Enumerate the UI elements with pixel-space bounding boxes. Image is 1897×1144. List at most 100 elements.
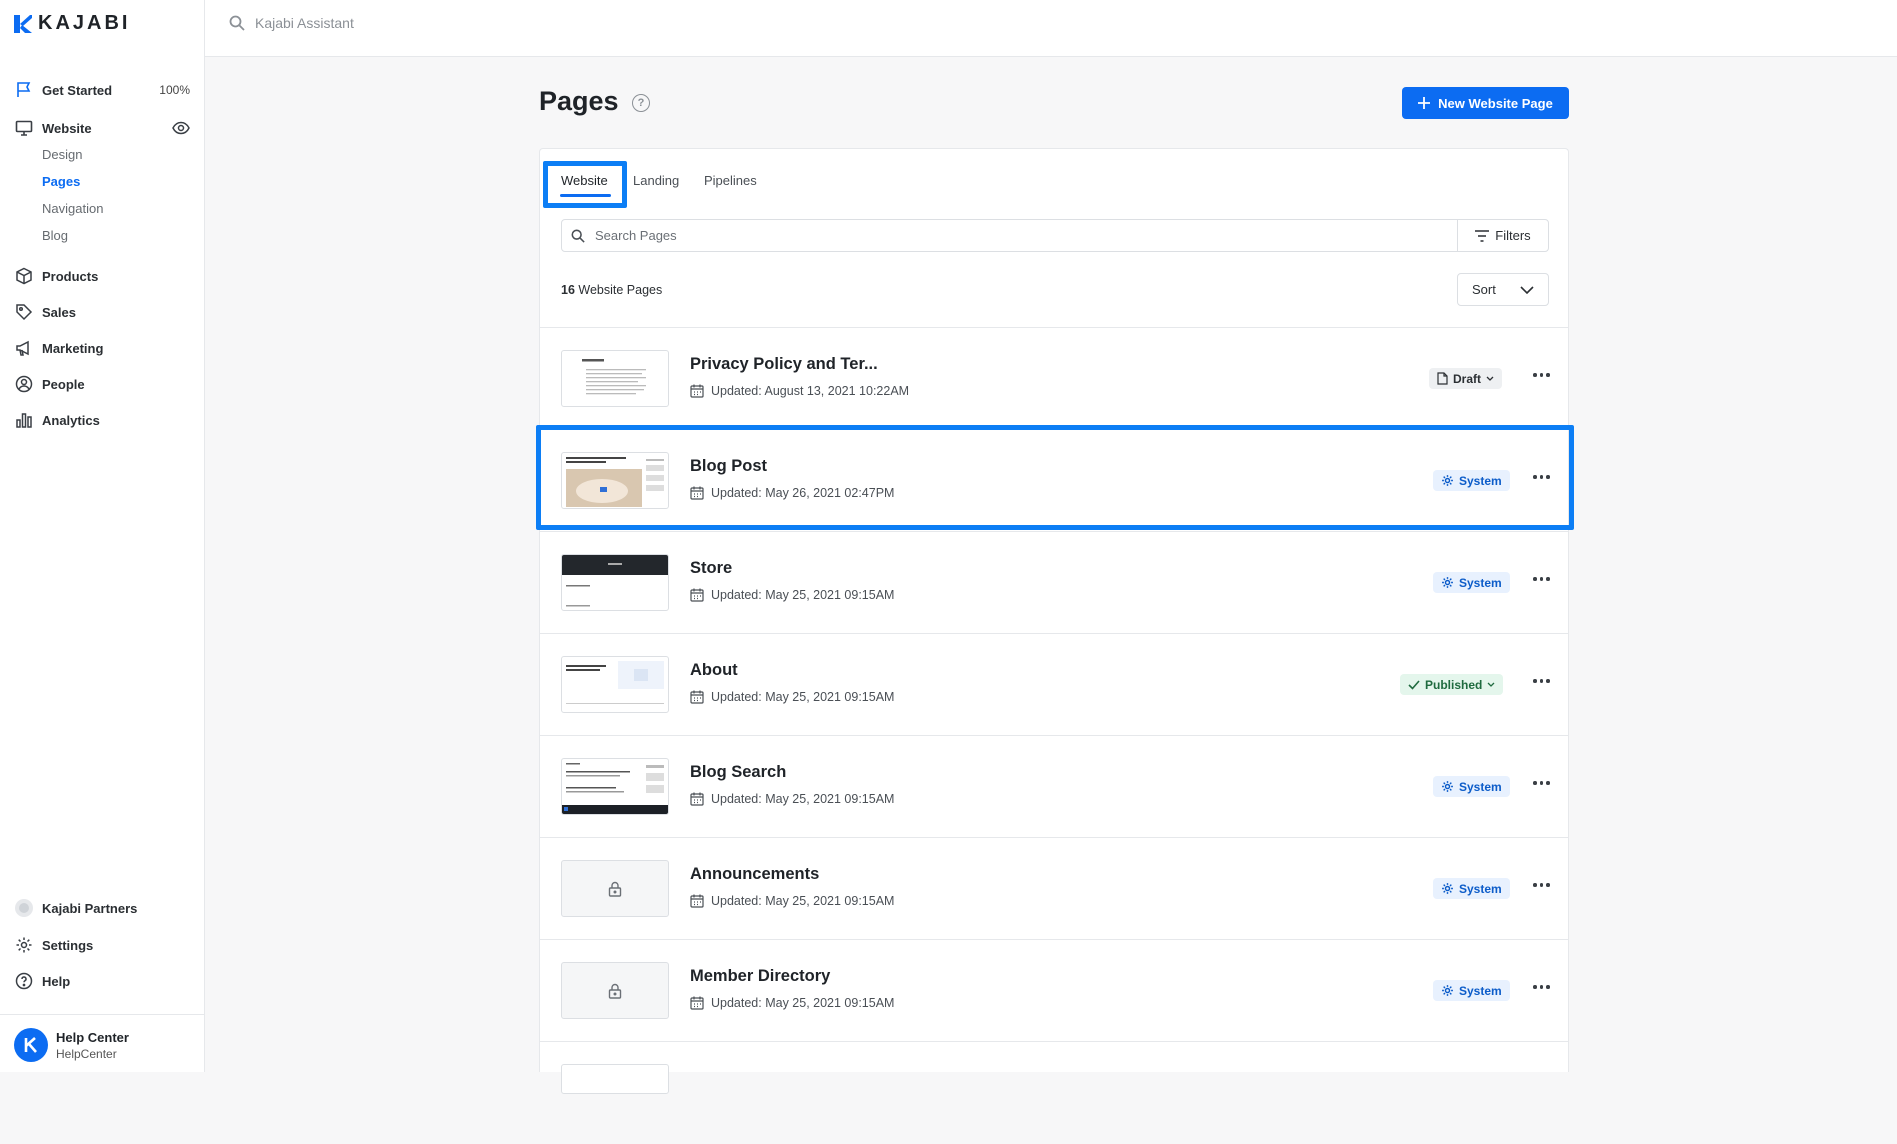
tab-landing[interactable]: Landing <box>633 173 679 188</box>
status-label: Published <box>1425 677 1483 692</box>
page-updated-text: Updated: May 25, 2021 09:15AM <box>711 588 895 602</box>
help-center-title: Help Center <box>56 1029 129 1045</box>
sidebar-subitem-blog[interactable]: Blog <box>42 228 68 243</box>
status-badge-draft[interactable]: Draft <box>1429 368 1503 389</box>
lock-icon <box>608 983 622 999</box>
sidebar-item-settings[interactable]: Settings <box>14 932 190 958</box>
calendar-icon <box>690 690 704 704</box>
sidebar-subitem-design[interactable]: Design <box>42 147 82 162</box>
gear-icon <box>1442 985 1453 996</box>
page-title-text[interactable]: Store <box>690 559 732 578</box>
box-icon <box>14 266 34 286</box>
calendar-icon <box>690 996 704 1010</box>
more-options-icon[interactable] <box>1533 883 1550 887</box>
page-updated: Updated: May 25, 2021 09:15AM <box>690 588 894 602</box>
topbar: Kajabi Assistant <box>205 0 1897 57</box>
page-title-text[interactable]: Privacy Policy and Ter... <box>690 355 878 374</box>
page-title-text[interactable]: Announcements <box>690 865 819 884</box>
more-options-icon[interactable] <box>1533 373 1550 377</box>
filters-label: Filters <box>1495 228 1531 243</box>
tab-highlight-box <box>543 161 627 208</box>
search-pages-bar: Filters <box>561 219 1549 252</box>
eye-icon[interactable] <box>172 121 190 135</box>
page-updated: Updated: May 25, 2021 09:15AM <box>690 894 894 908</box>
sidebar-item-kajabi-partners[interactable]: Kajabi Partners <box>14 895 190 921</box>
sidebar-item-label: Products <box>42 268 99 284</box>
sidebar-item-get-started[interactable]: Get Started 100% <box>14 77 190 103</box>
page-thumbnail <box>561 554 669 611</box>
pages-card: Website Landing Pipelines Filters 16 Web… <box>539 148 1569 1094</box>
page-row[interactable]: Blog Search Updated: May 25, 2021 09:15A… <box>540 736 1568 838</box>
sidebar-item-products[interactable]: Products <box>14 263 190 289</box>
search-pages-field[interactable] <box>562 220 1457 251</box>
page-title-text[interactable]: About <box>690 661 738 680</box>
sidebar: KAJABI Get Started 100% Website Design P… <box>0 0 205 1072</box>
gear-icon <box>1442 883 1453 894</box>
gear-icon <box>1442 577 1453 588</box>
help-circle-icon[interactable]: ? <box>632 94 650 112</box>
assistant-placeholder: Kajabi Assistant <box>255 15 354 31</box>
filters-button[interactable]: Filters <box>1457 220 1548 251</box>
sidebar-item-label: People <box>42 376 85 392</box>
kajabi-logo[interactable]: KAJABI <box>14 12 130 35</box>
page-updated-text: Updated: May 25, 2021 09:15AM <box>711 894 895 908</box>
page-count-number: 16 <box>561 283 575 297</box>
kajabi-assistant-search[interactable]: Kajabi Assistant <box>229 15 354 31</box>
status-label: System <box>1459 779 1502 794</box>
monitor-icon <box>14 118 34 138</box>
page-updated: Updated: May 25, 2021 09:15AM <box>690 690 894 704</box>
sidebar-item-label: Help <box>42 973 71 989</box>
sidebar-subitem-pages[interactable]: Pages <box>42 174 80 189</box>
page-updated: Updated: August 13, 2021 10:22AM <box>690 384 909 398</box>
calendar-icon <box>690 588 704 602</box>
page-row[interactable]: Member Directory Updated: May 25, 2021 0… <box>540 940 1568 1042</box>
row-highlight-box <box>536 425 1574 530</box>
more-options-icon[interactable] <box>1533 679 1550 683</box>
megaphone-icon <box>14 338 34 358</box>
page-updated-text: Updated: May 25, 2021 09:15AM <box>711 792 895 806</box>
more-options-icon[interactable] <box>1533 985 1550 989</box>
page-thumbnail-locked <box>561 860 669 917</box>
status-badge-system: System <box>1433 776 1510 797</box>
help-icon <box>14 971 34 991</box>
status-badge-system: System <box>1433 980 1510 1001</box>
page-row[interactable]: About Updated: May 25, 2021 09:15AM Publ… <box>540 634 1568 736</box>
page-row[interactable]: Announcements Updated: May 25, 2021 09:1… <box>540 838 1568 940</box>
new-website-page-button[interactable]: New Website Page <box>1402 87 1569 119</box>
page-row[interactable]: Privacy Policy and Ter... Updated: Augus… <box>540 328 1568 430</box>
page-row[interactable]: Store Updated: May 25, 2021 09:15AM Syst… <box>540 532 1568 634</box>
page-row-partial[interactable] <box>540 1042 1568 1144</box>
more-options-icon[interactable] <box>1533 577 1550 581</box>
gear-icon <box>1442 781 1453 792</box>
sidebar-divider <box>0 1014 204 1015</box>
calendar-icon <box>690 894 704 908</box>
sidebar-item-marketing[interactable]: Marketing <box>14 335 190 361</box>
page-count: 16 Website Pages <box>561 283 662 297</box>
help-center-account[interactable]: Help Center HelpCenter <box>14 1028 129 1062</box>
status-badge-published[interactable]: Published <box>1400 674 1504 695</box>
tag-icon <box>14 302 34 322</box>
avatar <box>14 1028 48 1062</box>
sidebar-item-analytics[interactable]: Analytics <box>14 407 190 433</box>
get-started-progress: 100% <box>159 83 190 97</box>
search-pages-input[interactable] <box>593 227 1197 244</box>
kajabi-k-icon <box>24 1037 37 1053</box>
page-updated-text: Updated: August 13, 2021 10:22AM <box>711 384 910 398</box>
status-label: System <box>1459 881 1502 896</box>
sort-dropdown[interactable]: Sort <box>1457 273 1549 306</box>
status-label: Draft <box>1453 371 1482 386</box>
page-title: Pages <box>539 86 619 116</box>
page-title-text[interactable]: Member Directory <box>690 967 830 986</box>
sidebar-item-website[interactable]: Website <box>14 115 190 141</box>
sidebar-item-help[interactable]: Help <box>14 968 190 994</box>
search-icon <box>571 229 585 243</box>
page-title-text[interactable]: Blog Search <box>690 763 786 782</box>
page-thumbnail <box>561 656 669 713</box>
sidebar-item-sales[interactable]: Sales <box>14 299 190 325</box>
more-options-icon[interactable] <box>1533 781 1550 785</box>
kajabi-logo-icon <box>14 14 32 33</box>
sidebar-item-people[interactable]: People <box>14 371 190 397</box>
sidebar-item-label: Settings <box>42 937 94 953</box>
tab-pipelines[interactable]: Pipelines <box>704 173 757 188</box>
sidebar-subitem-navigation[interactable]: Navigation <box>42 201 103 216</box>
